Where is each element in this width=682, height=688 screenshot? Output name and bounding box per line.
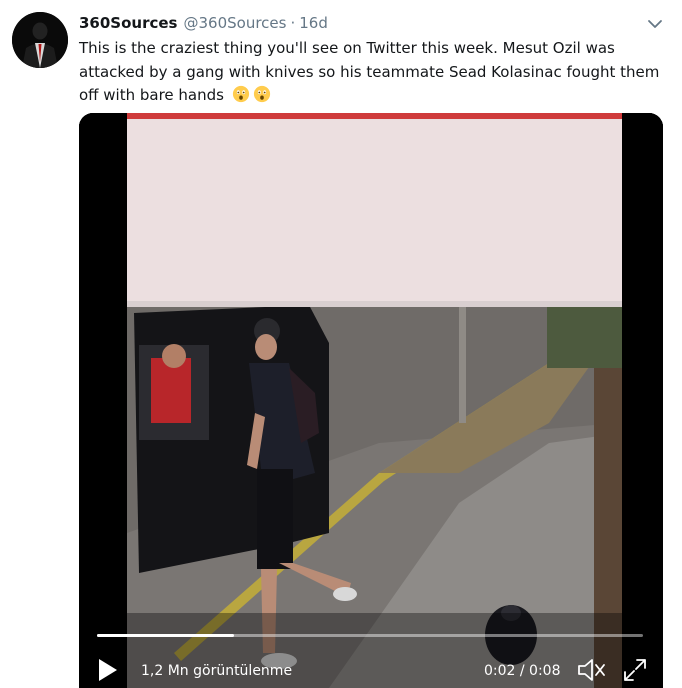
more-options-button[interactable] bbox=[645, 14, 665, 34]
fullscreen-icon bbox=[624, 659, 646, 681]
tweet-text: This is the craziest thing you'll see on… bbox=[79, 37, 669, 108]
tweet-card[interactable]: 360Sources @360Sources · 16d This is the… bbox=[0, 0, 682, 688]
user-handle[interactable]: @360Sources bbox=[184, 14, 287, 32]
tweet-body: This is the craziest thing you'll see on… bbox=[79, 39, 660, 104]
video-controls: 1,2 Mn görüntülenme 0:02 / 0:08 bbox=[79, 649, 663, 688]
video-progress-fill bbox=[97, 634, 234, 637]
volume-button[interactable] bbox=[577, 657, 607, 683]
tweet-timestamp[interactable]: 16d bbox=[299, 14, 328, 32]
fullscreen-button[interactable] bbox=[622, 657, 648, 683]
video-progress-bar[interactable] bbox=[97, 634, 643, 637]
video-frame[interactable] bbox=[79, 113, 663, 688]
video-player[interactable]: 1,2 Mn görüntülenme 0:02 / 0:08 bbox=[79, 113, 663, 688]
separator-dot: · bbox=[290, 14, 296, 32]
play-icon bbox=[99, 659, 117, 681]
avatar-image bbox=[12, 12, 68, 68]
avatar[interactable] bbox=[12, 12, 68, 68]
view-count: 1,2 Mn görüntülenme bbox=[141, 663, 293, 679]
astonished-face-emoji bbox=[232, 85, 249, 103]
time-readout: 0:02 / 0:08 bbox=[484, 663, 561, 679]
play-button[interactable] bbox=[97, 657, 119, 683]
volume-icon bbox=[578, 659, 605, 681]
astonished-face-emoji bbox=[253, 85, 270, 103]
tweet-header: 360Sources @360Sources · 16d bbox=[79, 12, 328, 34]
display-name[interactable]: 360Sources bbox=[79, 14, 178, 32]
chevron-down-icon bbox=[648, 20, 662, 28]
